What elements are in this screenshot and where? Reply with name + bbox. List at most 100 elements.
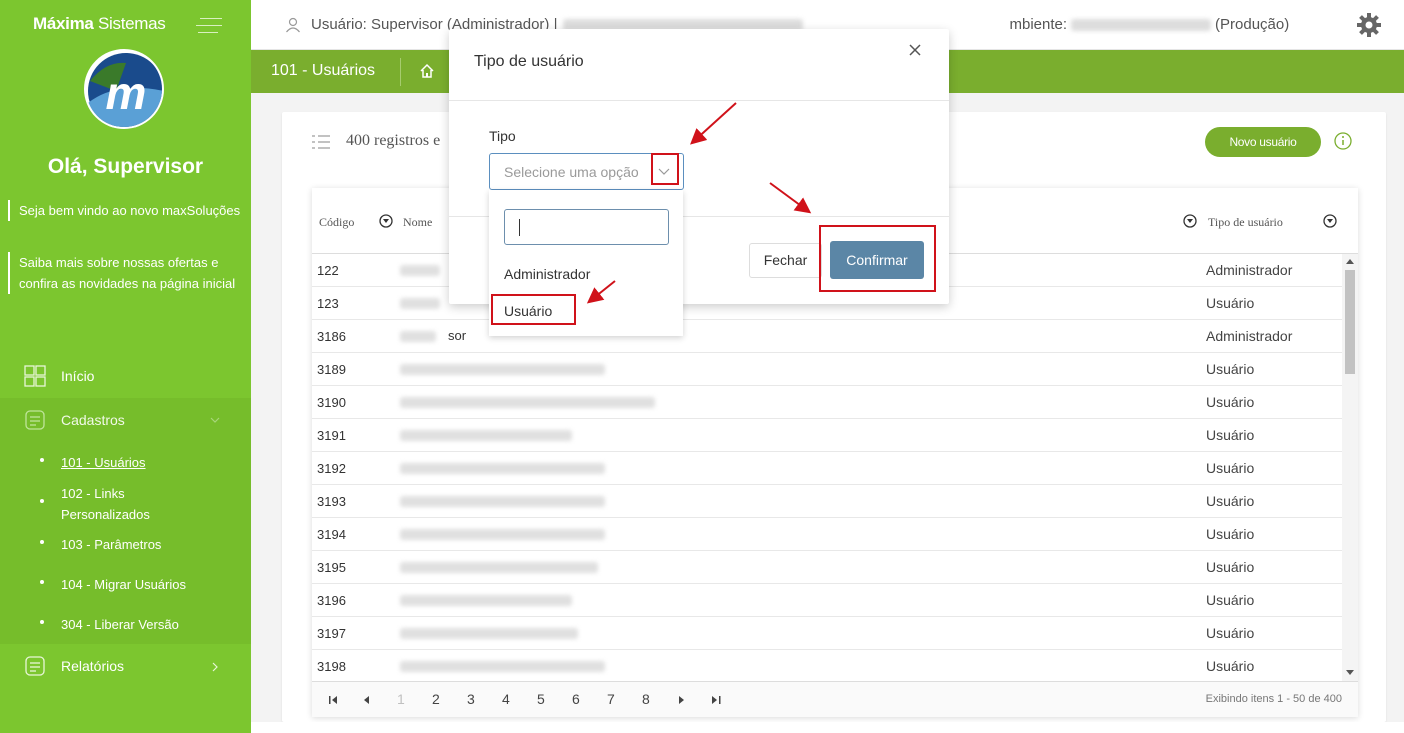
svg-text:m: m xyxy=(106,67,147,119)
page-title: 101 - Usuários xyxy=(271,62,376,79)
list-icon xyxy=(312,135,330,149)
info-icon[interactable] xyxy=(1334,132,1352,150)
ambiente-label: mbiente: xyxy=(1009,16,1068,33)
cell-tipo: Usuário xyxy=(1206,658,1255,674)
greeting: Olá, Supervisor xyxy=(47,155,204,178)
cell-codigo: 3195 xyxy=(317,560,346,575)
blurred-name xyxy=(400,298,440,309)
user-icon xyxy=(286,17,300,32)
page-link[interactable]: 7 xyxy=(607,691,615,707)
menu-toggle-icon[interactable] xyxy=(196,16,222,34)
modal-title: Tipo de usuário xyxy=(474,53,584,70)
column-nome[interactable]: Nome xyxy=(403,215,432,230)
page-link[interactable]: 4 xyxy=(502,691,510,707)
new-user-button[interactable]: Novo usuário xyxy=(1205,127,1321,157)
table-scrollbar[interactable] xyxy=(1342,254,1358,681)
blurred-name xyxy=(400,661,605,672)
table-row[interactable]: 3197 Usuário xyxy=(312,617,1342,650)
cell-tipo: Usuário xyxy=(1206,427,1255,443)
select-placeholder: Selecione uma opção xyxy=(504,164,639,180)
submenu-304-liberar[interactable]: 304 - Liberar Versão xyxy=(40,614,179,635)
first-page-icon[interactable] xyxy=(329,696,338,704)
sidebar: Máxima Sistemas m Olá, Supervisor Seja b… xyxy=(0,0,251,733)
blurred-name xyxy=(400,628,578,639)
submenu-102-links[interactable]: 102 - Links Personalizados xyxy=(40,483,210,525)
column-tipo[interactable]: Tipo de usuário xyxy=(1208,215,1283,230)
nav-inicio[interactable]: Início xyxy=(0,354,251,398)
cell-tipo: Usuário xyxy=(1206,493,1255,509)
dropdown-search-input[interactable] xyxy=(504,209,669,245)
cell-codigo: 3186 xyxy=(317,329,346,344)
nav-inicio-label: Início xyxy=(61,368,95,384)
annotation-box-confirm xyxy=(819,225,936,292)
blurred-name xyxy=(400,496,605,507)
table-row[interactable]: 3190 Usuário xyxy=(312,386,1342,419)
last-page-icon[interactable] xyxy=(712,696,721,704)
submenu-101-usuarios[interactable]: 101 - Usuários xyxy=(40,452,146,473)
cell-codigo: 3196 xyxy=(317,593,346,608)
scrollbar-thumb[interactable] xyxy=(1345,270,1355,374)
chevron-down-icon xyxy=(210,417,220,423)
page-link[interactable]: 6 xyxy=(572,691,580,707)
table-row[interactable]: 3198 Usuário xyxy=(312,650,1342,683)
table-row[interactable]: 3186 sor Administrador xyxy=(312,320,1342,353)
cell-tipo: Usuário xyxy=(1206,394,1255,410)
annotation-box-chevron xyxy=(651,153,679,185)
annotation-box-usuario xyxy=(491,294,576,325)
nav-cadastros-label: Cadastros xyxy=(61,412,125,428)
table-row[interactable]: 3195 Usuário xyxy=(312,551,1342,584)
grid-icon xyxy=(24,365,46,387)
cell-codigo: 3189 xyxy=(317,362,346,377)
footer xyxy=(251,722,1404,733)
page-link[interactable]: 1 xyxy=(397,691,405,707)
cell-tipo: Usuário xyxy=(1206,361,1255,377)
cell-codigo: 123 xyxy=(317,296,339,311)
page-link[interactable]: 5 xyxy=(537,691,545,707)
option-administrador[interactable]: Administrador xyxy=(504,266,590,282)
cell-codigo: 3191 xyxy=(317,428,346,443)
blurred-name xyxy=(400,529,605,540)
prev-page-icon[interactable] xyxy=(363,696,370,704)
cell-codigo: 3198 xyxy=(317,659,346,674)
chevron-right-icon xyxy=(212,662,218,672)
cell-codigo: 3197 xyxy=(317,626,346,641)
welcome-info: Seja bem vindo ao novo maxSoluções xyxy=(8,200,244,221)
page-link[interactable]: 8 xyxy=(642,691,650,707)
filter-icon[interactable] xyxy=(1323,214,1337,228)
blurred-name xyxy=(400,463,605,474)
table-row[interactable]: 3191 Usuário xyxy=(312,419,1342,452)
cell-codigo: 3190 xyxy=(317,395,346,410)
env-label: (Produção) xyxy=(1215,16,1290,33)
tipo-label: Tipo xyxy=(489,128,516,144)
home-icon[interactable] xyxy=(419,63,435,79)
submenu-103-parametros[interactable]: 103 - Parâmetros xyxy=(40,534,161,555)
table-row[interactable]: 3193 Usuário xyxy=(312,485,1342,518)
blurred-name xyxy=(400,265,440,276)
brand-logo-text: Máxima Sistemas xyxy=(33,14,166,33)
records-count: 400 registros e xyxy=(346,132,441,149)
table-row[interactable]: 3192 Usuário xyxy=(312,452,1342,485)
cell-codigo: 122 xyxy=(317,263,339,278)
filter-icon[interactable] xyxy=(1183,214,1197,228)
close-icon[interactable] xyxy=(905,40,925,60)
blurred-name xyxy=(400,331,436,342)
table-row[interactable]: 3194 Usuário xyxy=(312,518,1342,551)
page-link[interactable]: 3 xyxy=(467,691,475,707)
form-icon xyxy=(25,410,45,430)
company-logo: m xyxy=(84,49,164,129)
submenu-104-migrar[interactable]: 104 - Migrar Usuários xyxy=(40,574,186,595)
pager: 1 2 3 4 5 6 7 8 Exibindo itens 1 - 50 de 400 xyxy=(312,681,1358,717)
table-row[interactable]: 3189 Usuário xyxy=(312,353,1342,386)
close-button[interactable]: Fechar xyxy=(749,243,822,278)
column-codigo[interactable]: Código xyxy=(319,215,354,230)
nav-cadastros[interactable]: Cadastros xyxy=(0,398,251,442)
blurred-name xyxy=(400,562,598,573)
gear-icon[interactable] xyxy=(1356,12,1382,38)
page-link[interactable]: 2 xyxy=(432,691,440,707)
cell-nome: sor xyxy=(448,328,467,343)
filter-icon[interactable] xyxy=(379,214,393,228)
blurred-environment xyxy=(1071,18,1212,31)
nav-relatorios[interactable]: Relatórios xyxy=(0,644,251,688)
table-row[interactable]: 3196 Usuário xyxy=(312,584,1342,617)
next-page-icon[interactable] xyxy=(678,696,685,704)
